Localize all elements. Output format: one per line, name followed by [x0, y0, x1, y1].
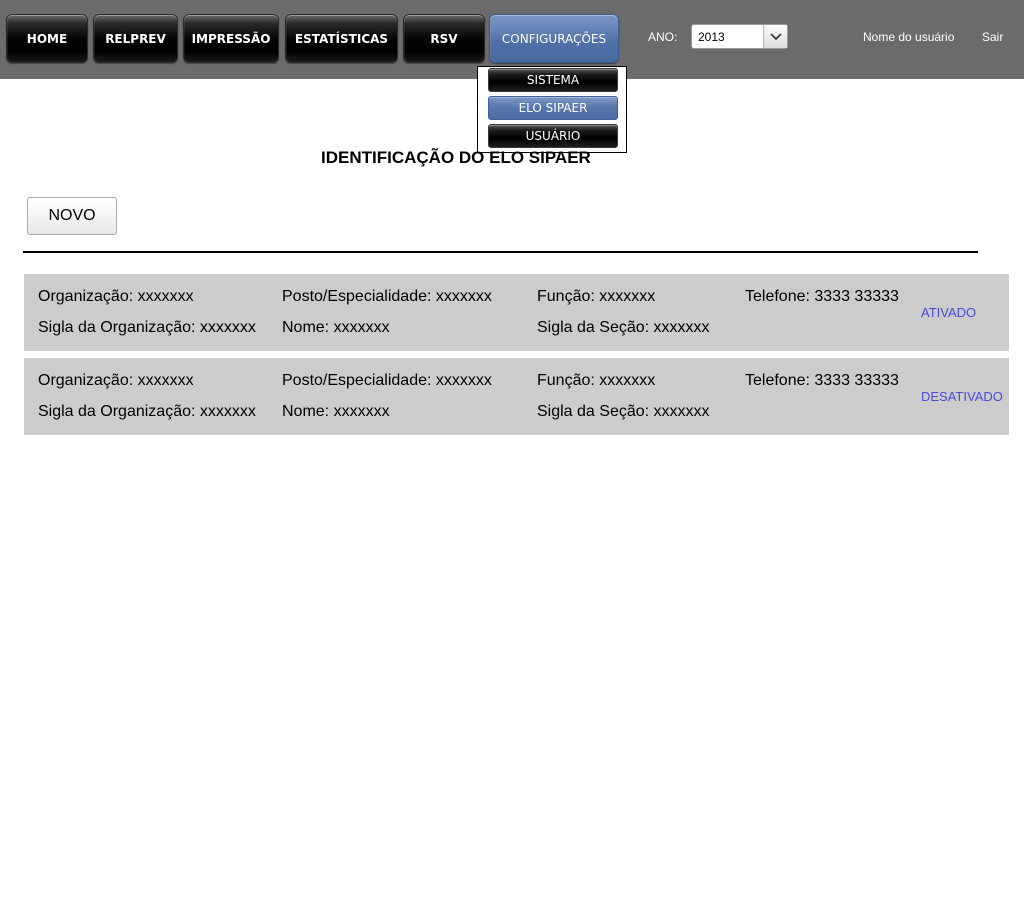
record-nome: Nome: xxxxxxx	[282, 319, 390, 336]
menu-item-sistema[interactable]: SISTEMA	[488, 68, 618, 92]
status-toggle-link[interactable]: DESATIVADO	[921, 389, 1003, 404]
new-button[interactable]: NOVO	[27, 197, 117, 235]
nav-estatisticas-button[interactable]: ESTATÍSTICAS	[285, 14, 398, 63]
nav-relprev-button[interactable]: RELPREV	[93, 14, 178, 63]
logout-link[interactable]: Sair	[982, 30, 1003, 44]
record-sigla-secao: Sigla da Seção: xxxxxxx	[537, 319, 710, 336]
nav-home-button[interactable]: HOME	[6, 14, 88, 63]
year-select-value: 2013	[698, 30, 725, 44]
record-sigla-organizacao: Sigla da Organização: xxxxxxx	[38, 403, 256, 420]
menu-item-elo-sipaer[interactable]: ELO SIPAER	[488, 96, 618, 120]
status-toggle-link[interactable]: ATIVADO	[921, 305, 976, 320]
record-telefone: Telefone: 3333 33333	[745, 288, 899, 305]
record-telefone: Telefone: 3333 33333	[745, 372, 899, 389]
record-nome: Nome: xxxxxxx	[282, 403, 390, 420]
chevron-down-icon[interactable]	[763, 25, 787, 48]
year-select[interactable]: 2013	[691, 24, 788, 49]
page-title: IDENTIFICAÇÃO DO ELO SIPAER	[321, 148, 591, 167]
record-posto-especialidade: Posto/Especialidade: xxxxxxx	[282, 288, 492, 305]
record-funcao: Função: xxxxxxx	[537, 288, 656, 305]
record-row: Organização: xxxxxxx Sigla da Organizaçã…	[24, 358, 1009, 435]
nav-impressao-button[interactable]: IMPRESSÃO	[183, 14, 279, 63]
nav-rsv-button[interactable]: RSV	[403, 14, 485, 63]
record-organizacao: Organização: xxxxxxx	[38, 288, 194, 305]
configuracoes-dropdown-menu: SISTEMA ELO SIPAER USUÁRIO	[477, 66, 627, 153]
menu-item-usuario[interactable]: USUÁRIO	[488, 124, 618, 148]
record-row: Organização: xxxxxxx Sigla da Organizaçã…	[24, 274, 1009, 351]
divider	[23, 251, 978, 253]
record-funcao: Função: xxxxxxx	[537, 372, 656, 389]
record-posto-especialidade: Posto/Especialidade: xxxxxxx	[282, 372, 492, 389]
record-sigla-secao: Sigla da Seção: xxxxxxx	[537, 403, 710, 420]
record-organizacao: Organização: xxxxxxx	[38, 372, 194, 389]
nav-configuracoes-button[interactable]: CONFIGURAÇÕES	[489, 14, 619, 63]
year-label: ANO:	[648, 30, 678, 44]
user-name-link[interactable]: Nome do usuário	[863, 30, 954, 44]
record-sigla-organizacao: Sigla da Organização: xxxxxxx	[38, 319, 256, 336]
